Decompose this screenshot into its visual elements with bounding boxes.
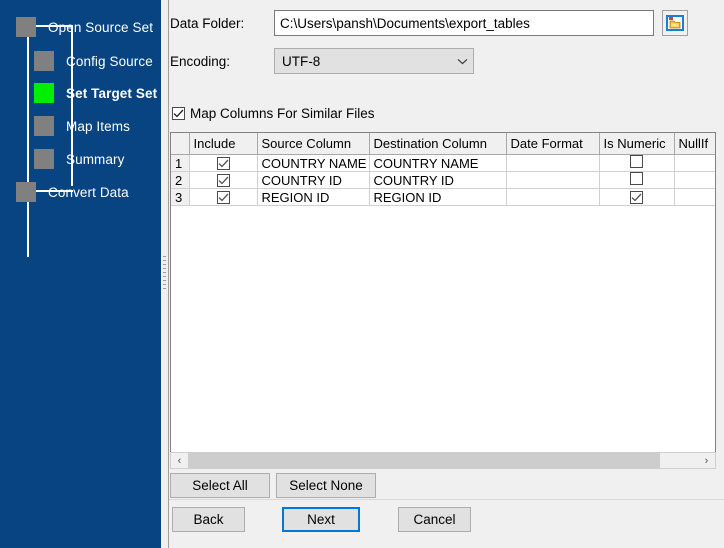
step-node-icon: [16, 17, 36, 37]
step-node-icon: [16, 182, 36, 202]
include-checkbox[interactable]: [216, 190, 230, 204]
chevron-down-icon: [451, 58, 473, 65]
cancel-button[interactable]: Cancel: [398, 507, 471, 532]
sidebar-item-config-source[interactable]: Config Source: [34, 50, 153, 72]
table-row[interactable]: 1 COUNTRY NAME COUNTRY NAME: [171, 154, 715, 172]
col-header-date-format[interactable]: Date Format: [506, 133, 600, 155]
wizard-steps-sidebar: Open Source Set Config Source Set Target…: [0, 0, 161, 548]
cell-destination-column[interactable]: COUNTRY ID: [369, 171, 507, 189]
col-header-include[interactable]: Include: [189, 133, 258, 155]
map-columns-checkbox-row[interactable]: Map Columns For Similar Files: [172, 106, 375, 121]
sidebar-item-open-source-set[interactable]: Open Source Set: [16, 16, 153, 38]
column-mapping-grid[interactable]: Include Source Column Destination Column…: [170, 132, 716, 467]
cell-include[interactable]: [189, 188, 258, 206]
cell-include[interactable]: [189, 154, 258, 172]
next-button[interactable]: Next: [282, 507, 360, 532]
encoding-selected-value: UTF-8: [282, 53, 321, 69]
cell-destination-column[interactable]: REGION ID: [369, 188, 507, 206]
cell-date-format[interactable]: [506, 171, 600, 189]
sidebar-item-convert-data[interactable]: Convert Data: [16, 181, 129, 203]
sidebar-item-label: Open Source Set: [48, 19, 154, 35]
table-row[interactable]: 3 REGION ID REGION ID: [171, 188, 715, 206]
wizard-window: Open Source Set Config Source Set Target…: [0, 0, 724, 548]
data-folder-row: Data Folder:: [170, 10, 688, 36]
scroll-left-icon[interactable]: ‹: [171, 453, 188, 468]
scroll-right-icon[interactable]: ›: [698, 453, 715, 468]
sidebar-item-label: Config Source: [66, 53, 153, 69]
step-connector-trunk: [27, 23, 29, 257]
splitter-grip-icon: [163, 256, 166, 292]
cell-include[interactable]: [189, 171, 258, 189]
main-pane: Data Folder: Encoding: UTF-8: [161, 0, 724, 548]
sidebar-item-label: Set Target Set: [66, 85, 158, 101]
sidebar-item-label: Convert Data: [48, 184, 129, 200]
sidebar-item-label: Summary: [66, 151, 125, 167]
is-numeric-checkbox[interactable]: [630, 190, 643, 204]
cell-is-numeric[interactable]: [599, 188, 675, 206]
cell-is-numeric[interactable]: [599, 154, 675, 172]
row-number[interactable]: 1: [171, 154, 190, 172]
cell-source-column[interactable]: REGION ID: [257, 188, 370, 206]
scrollbar-track[interactable]: [188, 453, 698, 468]
select-all-button[interactable]: Select All: [170, 473, 270, 498]
data-folder-label: Data Folder:: [170, 15, 245, 31]
col-header-rownum[interactable]: [171, 133, 190, 155]
browse-folder-button[interactable]: [662, 10, 688, 36]
include-checkbox[interactable]: [216, 173, 230, 187]
encoding-select[interactable]: UTF-8: [274, 48, 474, 74]
col-header-destination-column[interactable]: Destination Column: [369, 133, 507, 155]
row-number[interactable]: 2: [171, 171, 190, 189]
encoding-label: Encoding:: [170, 53, 231, 69]
data-folder-input[interactable]: [274, 10, 654, 36]
step-node-icon: [34, 116, 54, 136]
cell-nullif[interactable]: [674, 171, 715, 189]
cell-source-column[interactable]: COUNTRY ID: [257, 171, 370, 189]
is-numeric-checkbox[interactable]: [630, 155, 643, 168]
cell-destination-column[interactable]: COUNTRY NAME: [369, 154, 507, 172]
step-node-icon: [34, 149, 54, 169]
col-header-nullif[interactable]: NullIf: [674, 133, 715, 155]
cell-source-column[interactable]: COUNTRY NAME: [257, 154, 370, 172]
cell-date-format[interactable]: [506, 188, 600, 206]
sidebar-item-label: Map Items: [66, 118, 130, 134]
table-row[interactable]: 2 COUNTRY ID COUNTRY ID: [171, 171, 715, 189]
pane-splitter[interactable]: [161, 0, 169, 548]
scrollbar-thumb[interactable]: [188, 453, 660, 468]
column-mapping-table: Include Source Column Destination Column…: [171, 133, 715, 206]
sidebar-item-summary[interactable]: Summary: [34, 148, 124, 170]
back-button[interactable]: Back: [172, 507, 245, 532]
cell-is-numeric[interactable]: [599, 171, 675, 189]
cell-nullif[interactable]: [674, 154, 715, 172]
cell-date-format[interactable]: [506, 154, 600, 172]
col-header-is-numeric[interactable]: Is Numeric: [599, 133, 675, 155]
sidebar-item-set-target-set[interactable]: Set Target Set: [34, 82, 157, 104]
table-header-row: Include Source Column Destination Column…: [171, 133, 715, 155]
step-node-icon-active: [34, 83, 54, 103]
step-node-icon: [34, 51, 54, 71]
sidebar-item-map-items[interactable]: Map Items: [34, 115, 130, 137]
map-columns-label: Map Columns For Similar Files: [190, 106, 375, 121]
include-checkbox[interactable]: [216, 156, 230, 170]
map-columns-checkbox[interactable]: [172, 107, 185, 120]
is-numeric-checkbox[interactable]: [630, 172, 643, 185]
folder-icon: [666, 15, 684, 31]
cell-nullif[interactable]: [674, 188, 715, 206]
grid-horizontal-scrollbar[interactable]: ‹ ›: [170, 452, 716, 469]
select-none-button[interactable]: Select None: [276, 473, 376, 498]
row-number[interactable]: 3: [171, 188, 190, 206]
bottom-button-bar: Back Next Cancel: [162, 500, 724, 548]
encoding-row: Encoding: UTF-8: [170, 48, 474, 74]
col-header-source-column[interactable]: Source Column: [257, 133, 370, 155]
